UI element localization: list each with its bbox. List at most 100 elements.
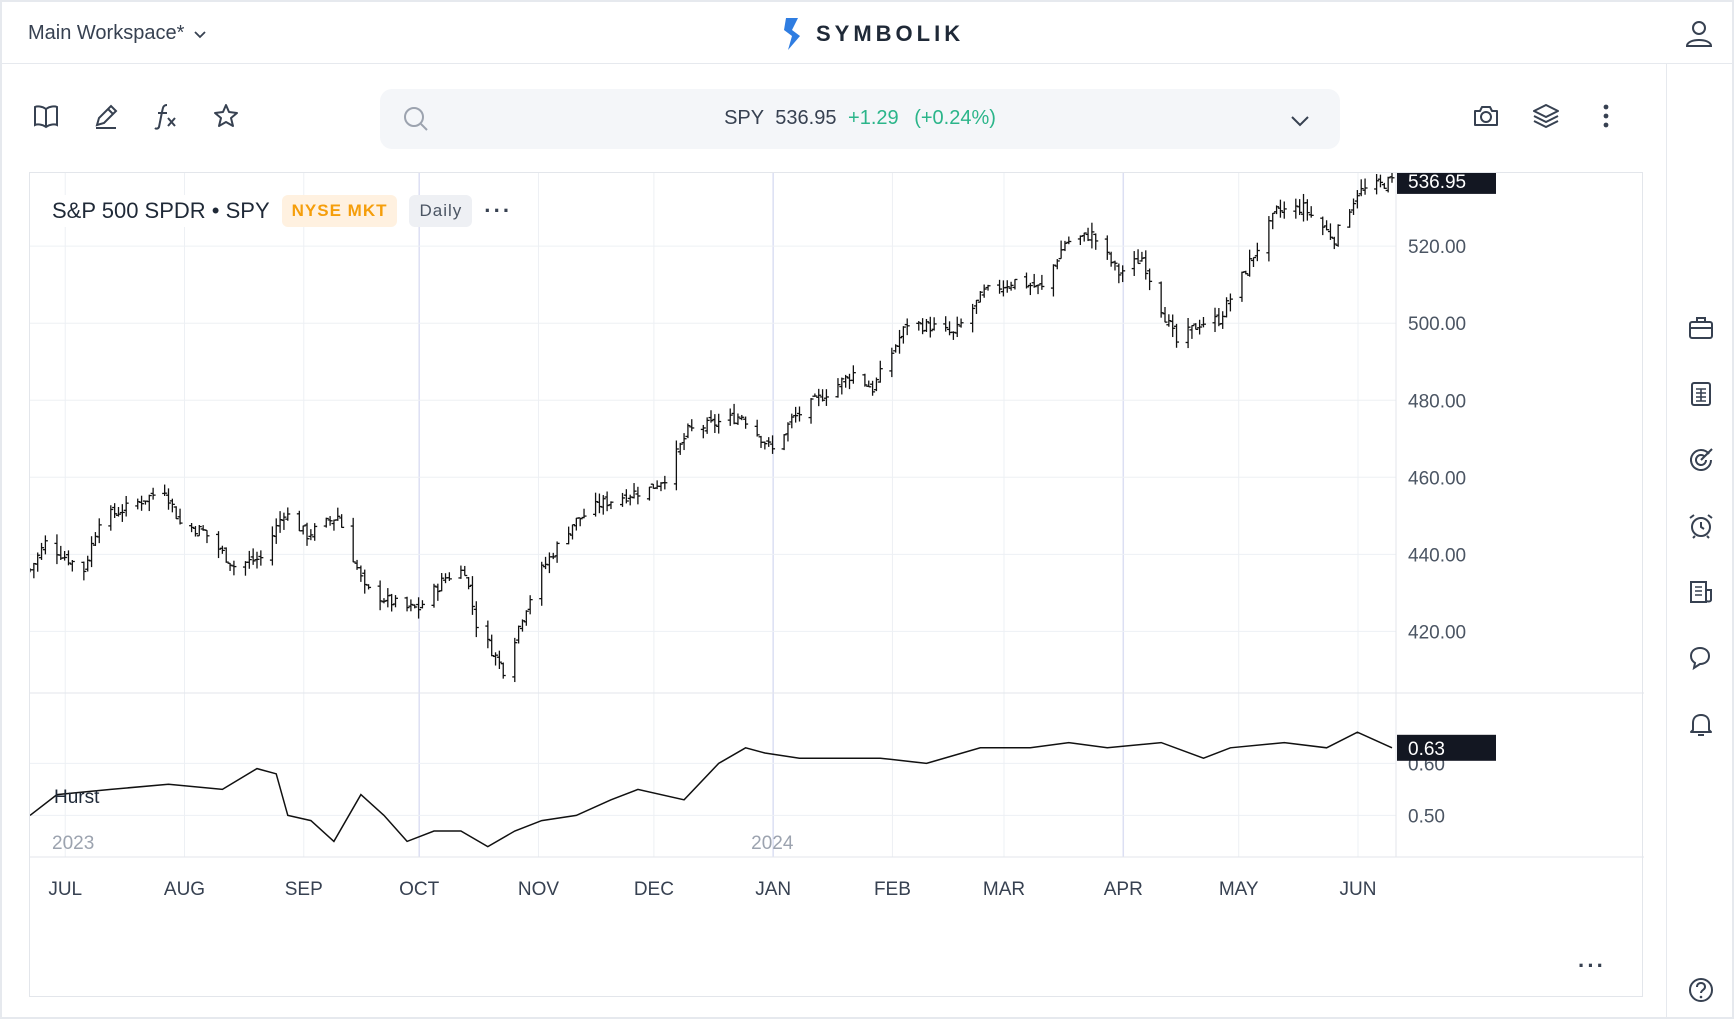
ohlc-bar bbox=[462, 565, 468, 577]
brand-logo: SYMBOLIK bbox=[782, 16, 964, 52]
pencil-icon[interactable] bbox=[92, 102, 124, 134]
chart-panel[interactable]: JUL AUG SEP OCT NOV DEC JAN FEB MAR APR MAY JUN 420.… bbox=[29, 172, 1644, 998]
ohlc-bar bbox=[281, 512, 287, 530]
quote-symbol: SPY bbox=[724, 107, 764, 129]
x-tick-label: JAN bbox=[755, 879, 791, 900]
ohlc-bar bbox=[204, 529, 210, 544]
ohlc-bar bbox=[1089, 222, 1095, 249]
target-icon[interactable] bbox=[1687, 446, 1715, 474]
ohlc-bar bbox=[1027, 282, 1033, 296]
ohlc-bar bbox=[631, 483, 637, 499]
last-price-label: 536.95 bbox=[1408, 173, 1466, 193]
axis-more-button[interactable]: ··· bbox=[1578, 953, 1606, 979]
ohlc-bar bbox=[223, 547, 229, 563]
bell-icon[interactable] bbox=[1687, 710, 1715, 738]
user-icon[interactable] bbox=[1684, 18, 1714, 48]
report-icon[interactable] bbox=[1687, 578, 1715, 606]
ohlc-bar bbox=[242, 561, 248, 576]
x-tick-label: FEB bbox=[874, 879, 911, 900]
ohlc-bar bbox=[1054, 259, 1060, 270]
ohlc-bar bbox=[1362, 178, 1368, 195]
chat-icon[interactable] bbox=[1687, 644, 1715, 672]
briefcase-icon[interactable] bbox=[1687, 314, 1715, 342]
y-tick-label: 520.00 bbox=[1408, 237, 1466, 258]
function-icon[interactable] bbox=[152, 102, 184, 134]
quote-change: +1.29 bbox=[848, 107, 899, 129]
ohlc-bar bbox=[646, 486, 652, 501]
ohlc-bar bbox=[600, 495, 606, 515]
ohlc-bar bbox=[1281, 201, 1287, 219]
ohlc-bar bbox=[39, 542, 45, 560]
ohlc-bar bbox=[62, 550, 68, 561]
ohlc-bar bbox=[42, 535, 48, 555]
ohlc-bar bbox=[931, 317, 937, 331]
alarm-clock-icon[interactable] bbox=[1687, 512, 1715, 540]
ohlc-bar bbox=[1085, 227, 1091, 242]
ohlc-bar bbox=[323, 517, 329, 528]
ohlc-bar bbox=[870, 380, 876, 396]
interval-badge[interactable]: Daily bbox=[409, 195, 473, 227]
ohlc-bar bbox=[523, 610, 529, 626]
y-tick-label: 420.00 bbox=[1408, 622, 1466, 643]
calculator-icon[interactable] bbox=[1687, 380, 1715, 408]
y-tick-label: 460.00 bbox=[1408, 468, 1466, 489]
ohlc-bar bbox=[1212, 307, 1218, 333]
more-vertical-icon[interactable] bbox=[1592, 102, 1624, 134]
ohlc-bar bbox=[923, 318, 929, 333]
ohlc-bar bbox=[496, 650, 502, 669]
chart-canvas[interactable]: JUL AUG SEP OCT NOV DEC JAN FEB MAR APR MAY JUN 420.… bbox=[30, 173, 1644, 998]
ohlc-bar bbox=[847, 373, 853, 390]
legend-more-button[interactable]: ··· bbox=[484, 198, 512, 224]
ohlc-bar bbox=[1012, 278, 1018, 290]
hurst-line bbox=[30, 731, 1393, 848]
ohlc-bar bbox=[1004, 280, 1010, 293]
symbol-search[interactable]: SPY 536.95 +1.29 (+0.24%) bbox=[380, 89, 1340, 149]
ohlc-bar bbox=[366, 584, 372, 590]
ohlc-bar bbox=[285, 507, 291, 521]
ohlc-bar bbox=[1293, 198, 1299, 219]
ohlc-bar bbox=[1354, 190, 1360, 209]
ohlc-bar bbox=[546, 552, 552, 574]
exchange-badge: NYSE MKT bbox=[281, 195, 398, 227]
symbolik-logo-icon bbox=[784, 18, 800, 50]
ohlc-bar bbox=[81, 561, 87, 581]
ohlc-bar bbox=[1327, 223, 1333, 240]
ohlc-bar bbox=[970, 303, 976, 333]
star-icon[interactable] bbox=[212, 102, 244, 134]
x-tick-label: JUL bbox=[48, 879, 82, 900]
ohlc-bar bbox=[897, 329, 903, 354]
ohlc-bar bbox=[812, 393, 818, 397]
ohlc-bar bbox=[139, 495, 145, 511]
ohlc-bar bbox=[785, 422, 791, 442]
ohlc-bar bbox=[146, 494, 152, 512]
ohlc-bar bbox=[327, 516, 333, 526]
ohlc-bar bbox=[177, 508, 183, 525]
chevron-down-icon[interactable] bbox=[1288, 109, 1312, 133]
ohlc-bar bbox=[608, 501, 614, 510]
ohlc-bar bbox=[439, 573, 445, 592]
y-tick-label: 440.00 bbox=[1408, 545, 1466, 566]
ohlc-bar bbox=[162, 484, 168, 496]
ohlc-bar bbox=[393, 595, 399, 608]
ohlc-bar bbox=[219, 545, 225, 554]
ohlc-bar bbox=[716, 413, 722, 434]
ohlc-bar bbox=[1120, 265, 1126, 283]
workspace-selector[interactable]: Main Workspace* bbox=[28, 22, 208, 45]
ohlc-bar bbox=[1239, 271, 1245, 302]
help-icon[interactable] bbox=[1687, 976, 1715, 1004]
ohlc-bar bbox=[1200, 316, 1206, 328]
layers-icon[interactable] bbox=[1532, 102, 1564, 134]
ohlc-bar bbox=[623, 489, 629, 504]
ohlc-bar bbox=[1266, 216, 1272, 262]
quote-summary: SPY 536.95 +1.29 (+0.24%) bbox=[380, 107, 1340, 130]
ohlc-bar bbox=[1000, 280, 1006, 297]
ohlc-bar bbox=[500, 662, 506, 679]
ohlc-bar bbox=[1147, 268, 1153, 291]
ohlc-bar bbox=[700, 424, 706, 439]
camera-icon[interactable] bbox=[1472, 102, 1504, 134]
ohlc-bar bbox=[96, 518, 102, 544]
ohlc-bar bbox=[54, 534, 60, 565]
ohlc-bar bbox=[312, 523, 318, 541]
book-icon[interactable] bbox=[32, 102, 64, 134]
ohlc-bar bbox=[1077, 235, 1083, 246]
